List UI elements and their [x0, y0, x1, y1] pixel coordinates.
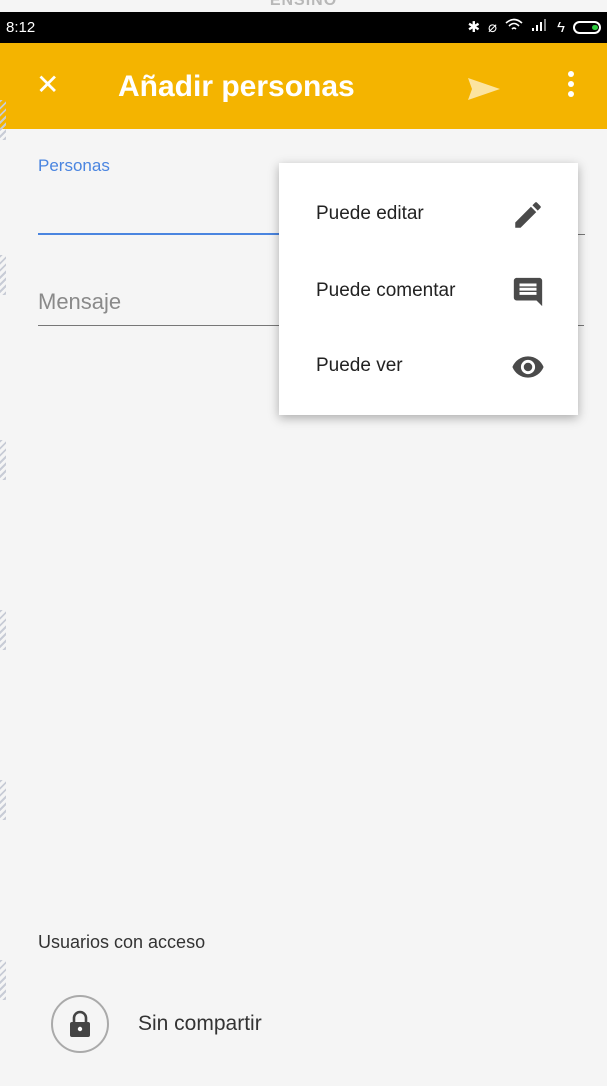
persons-underline-focused	[38, 233, 280, 235]
edge-decoration	[0, 960, 6, 1000]
page-title: Añadir personas	[118, 70, 355, 103]
status-icons: ✱ ⌀ ϟ	[467, 18, 601, 37]
menu-item-view[interactable]: Puede ver	[279, 328, 578, 404]
comment-icon	[511, 275, 545, 309]
eye-icon	[511, 350, 545, 384]
sharing-status[interactable]: Sin compartir	[138, 1012, 262, 1036]
close-icon[interactable]: ✕	[36, 69, 59, 101]
lock-icon	[51, 995, 109, 1053]
top-strip: ENSINO	[0, 0, 607, 12]
status-bar: 8:12 ✱ ⌀ ϟ	[0, 12, 607, 43]
menu-item-label: Puede comentar	[316, 280, 456, 301]
edge-decoration	[0, 780, 6, 820]
edge-decoration	[0, 255, 6, 295]
status-time: 8:12	[6, 19, 36, 36]
menu-item-label: Puede ver	[316, 355, 403, 376]
charging-icon: ϟ	[557, 18, 565, 36]
bluetooth-icon: ✱	[467, 18, 481, 36]
menu-item-comment[interactable]: Puede comentar	[279, 253, 578, 329]
send-icon[interactable]	[466, 76, 502, 107]
signal-icon	[531, 18, 549, 37]
mute-icon: ⌀	[488, 18, 498, 36]
edge-decoration	[0, 440, 6, 480]
app-bar: ✕ Añadir personas	[0, 43, 607, 129]
pencil-icon	[511, 198, 545, 232]
more-vert-icon[interactable]	[561, 71, 581, 105]
top-strip-text: ENSINO	[269, 0, 338, 9]
edge-decoration	[0, 610, 6, 650]
access-section-label: Usuarios con acceso	[38, 932, 206, 952]
edge-decoration	[0, 100, 6, 140]
menu-item-edit[interactable]: Puede editar	[279, 176, 578, 252]
battery-icon	[573, 21, 601, 34]
message-placeholder: Mensaje	[38, 289, 122, 314]
menu-item-label: Puede editar	[316, 203, 424, 224]
permission-menu: Puede editar Puede comentar Puede ver	[279, 163, 578, 415]
persons-label: Personas	[38, 156, 110, 175]
wifi-icon	[505, 18, 523, 37]
